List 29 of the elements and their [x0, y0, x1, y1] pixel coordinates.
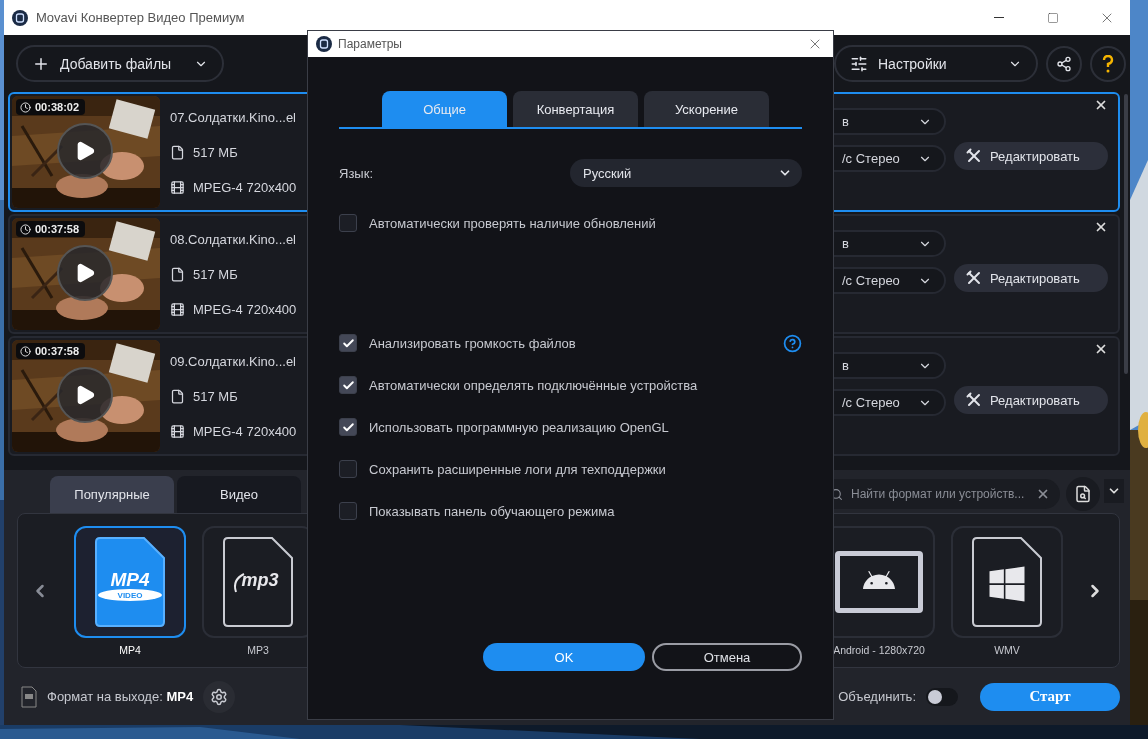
file-codec: MPEG-4 720x400 [193, 423, 297, 439]
mp3-file-icon: mp3 [222, 535, 294, 628]
option-label: Автоматически определять подключённые устройства [369, 377, 699, 393]
merge-label: Объединить: [838, 689, 916, 704]
file-name: 07.Солдатки.Kino...el [170, 109, 296, 125]
option-label: Использовать программную реализацию OpenGL [369, 419, 670, 435]
option-label: Анализировать громкость файлов [369, 335, 577, 351]
duration-badge: 00:38:02 [16, 99, 86, 115]
file-name: 08.Солдатки.Kino...el [170, 231, 296, 247]
option-label: Показывать панель обучающего режима [369, 503, 616, 519]
file-codec: MPEG-4 720x400 [193, 301, 297, 317]
format-label: MP3 [247, 643, 269, 656]
file-codec: MPEG-4 720x400 [193, 179, 297, 195]
file-size: 517 МБ [193, 266, 238, 282]
window-title: Movavi Конвертер Видео Премиум [36, 10, 246, 25]
output-format-text: Формат на выходе: MP4 [47, 689, 194, 704]
file-size: 517 МБ [193, 144, 238, 160]
option-label: Автоматически проверять наличие обновлений [369, 215, 657, 231]
file-name: 09.Солдатки.Kino...el [170, 353, 296, 369]
format-label: WMV [994, 643, 1020, 656]
duration-badge: 00:37:58 [16, 343, 86, 359]
format-label: Android - 1280x720 [833, 643, 925, 656]
duration-badge: 00:37:58 [16, 221, 86, 237]
mp4-file-icon: MP4 VIDEO [94, 535, 166, 628]
language-label: Язык: [339, 165, 373, 181]
format-label: MP4 [119, 643, 141, 656]
dialog-title: Параметры [338, 37, 403, 51]
option-label: Сохранить расширенные логи для техподдержки [369, 461, 667, 477]
file-size: 517 МБ [193, 388, 238, 404]
